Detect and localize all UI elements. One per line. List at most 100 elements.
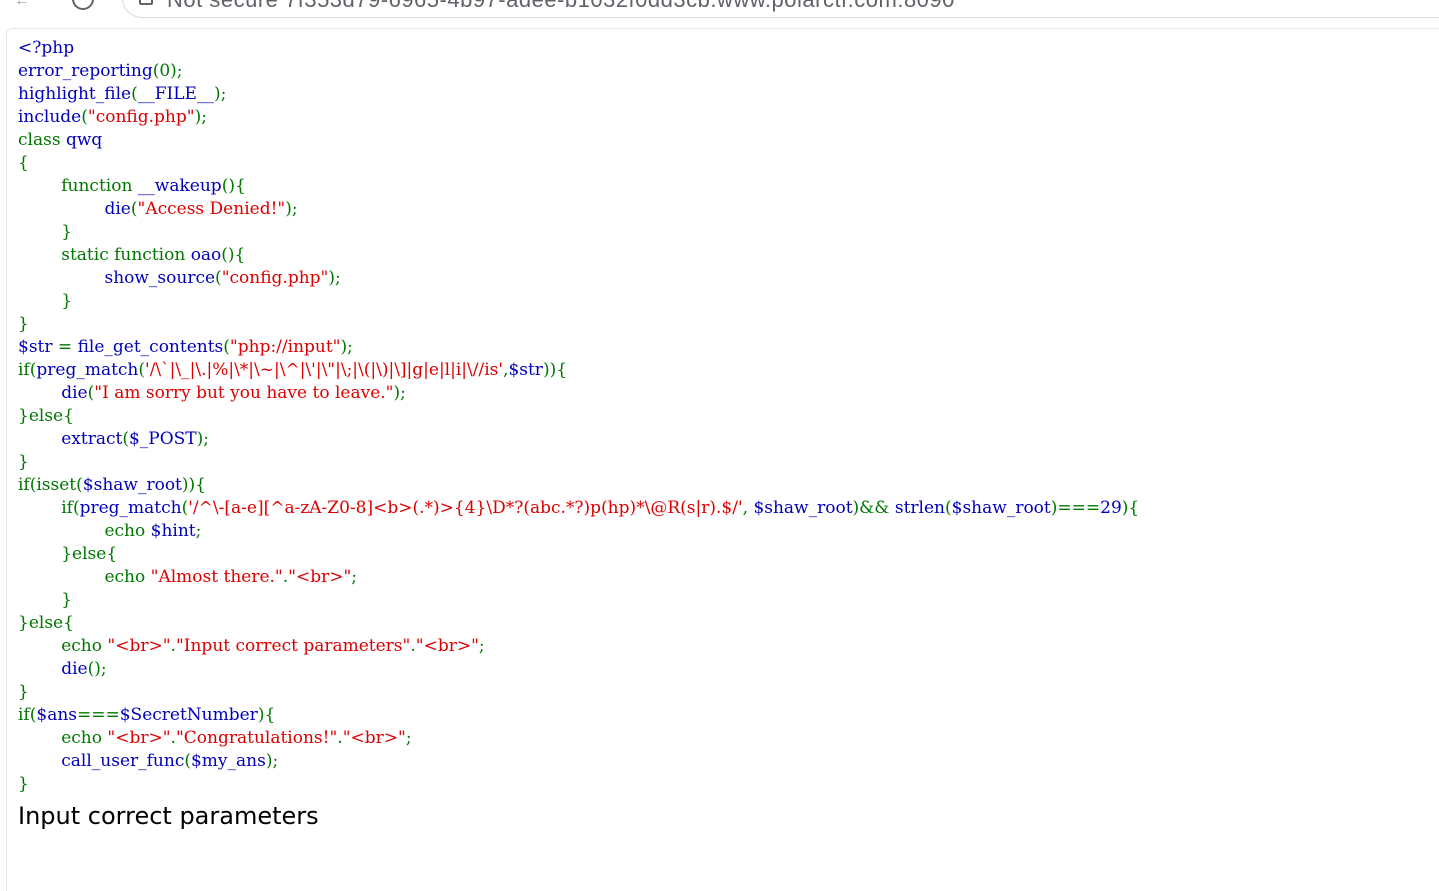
php-source-code: <?php error_reporting(0); highlight_file(_…: [18, 37, 1139, 796]
code-token: error_reporting: [18, 61, 153, 81]
code-token: "config.php": [221, 268, 329, 288]
code-token: file_get_contents: [77, 337, 224, 357]
code-line: highlight_file(__FILE__);: [18, 83, 1139, 106]
page-output-text: Input correct parameters: [18, 802, 319, 830]
code-token: __FILE__: [137, 84, 214, 104]
code-token: echo: [18, 521, 151, 541]
code-token: );: [340, 337, 353, 357]
code-token: die: [61, 659, 88, 679]
code-token: (: [945, 498, 952, 518]
code-token: preg_match: [36, 360, 139, 380]
code-token: );: [393, 383, 406, 403]
code-token: "Input correct parameters": [175, 636, 411, 656]
code-line: echo "<br>"."Input correct parameters"."…: [18, 635, 1139, 658]
code-token: echo: [18, 567, 151, 587]
code-token: "<br>": [415, 636, 479, 656]
code-token: (: [131, 84, 138, 104]
code-line: }else{: [18, 612, 1139, 635]
code-token: $SecretNumber: [119, 705, 258, 725]
code-token: =: [57, 337, 78, 357]
code-token: $str: [508, 360, 543, 380]
code-token: "Congratulations!": [175, 728, 338, 748]
code-token: );: [265, 751, 279, 771]
code-token: )){: [542, 360, 568, 380]
code-line: }: [18, 290, 1139, 313]
code-token: '/^\-[a-e][^a-zA-Z0-8]<b>(.*)>{4}\D*?(ab…: [188, 498, 743, 518]
code-line: die("I am sorry but you have to leave.")…: [18, 382, 1139, 405]
code-token: )&&: [852, 498, 895, 518]
code-token: );: [285, 199, 298, 219]
code-token: if(: [18, 360, 37, 380]
code-line: static function oao(){: [18, 244, 1139, 267]
code-token: 29: [1100, 498, 1122, 518]
code-token: class: [18, 130, 66, 150]
code-token: );: [328, 268, 341, 288]
code-token: $str: [18, 337, 58, 357]
code-token: }else{: [18, 613, 74, 633]
code-token: }else{: [18, 544, 118, 564]
code-line: call_user_func($my_ans);: [18, 750, 1139, 773]
code-token: '/\`|\_|\.|%|\*|\~|\^|\'|\"|\;|\(|\)|\]|…: [145, 360, 504, 380]
code-token: qwq: [65, 130, 103, 150]
code-token: ===: [77, 705, 120, 725]
code-line: }: [18, 589, 1139, 612]
address-url[interactable]: Not secure 7f353d79-6965-4b97-adee-b1032…: [167, 0, 955, 13]
code-line: }: [18, 221, 1139, 244]
code-token: ;: [195, 521, 202, 541]
code-token: oao: [190, 245, 222, 265]
back-arrow-icon[interactable]: ←: [14, 0, 30, 9]
code-token: (: [223, 337, 230, 357]
code-token: }: [18, 774, 29, 794]
code-token: "<br>": [107, 728, 171, 748]
code-token: }: [18, 314, 29, 334]
code-line: }else{: [18, 405, 1139, 428]
code-token: "<br>": [342, 728, 406, 748]
code-token: $_POST: [128, 429, 197, 449]
code-token: $hint: [150, 521, 196, 541]
code-token: die: [104, 199, 131, 219]
code-line: extract($_POST);: [18, 428, 1139, 451]
code-token: (: [130, 199, 138, 219]
code-token: "I am sorry but you have to leave.": [94, 383, 394, 403]
code-token: }: [18, 222, 73, 242]
code-token: call_user_func: [61, 751, 185, 771]
code-token: function: [18, 176, 138, 196]
code-token: highlight_file: [18, 84, 132, 104]
code-line: }: [18, 681, 1139, 704]
code-line: class qwq: [18, 129, 1139, 152]
code-token: show_source: [104, 268, 216, 288]
code-token: );: [196, 429, 210, 449]
code-line: die("Access Denied!");: [18, 198, 1139, 221]
code-line: die();: [18, 658, 1139, 681]
code-token: )){: [181, 475, 206, 495]
address-bar[interactable]: Not secure 7f353d79-6965-4b97-adee-b1032…: [122, 0, 1439, 18]
code-token: include: [18, 107, 82, 127]
code-token: ;: [351, 567, 358, 587]
code-line: {: [18, 152, 1139, 175]
code-line: }else{: [18, 543, 1139, 566]
code-token: ){: [257, 705, 276, 725]
code-line: echo $hint;: [18, 520, 1139, 543]
code-token: strlen: [894, 498, 945, 518]
not-secure-icon[interactable]: [139, 0, 153, 5]
code-token: "Almost there.": [150, 567, 283, 587]
code-token: ){: [1121, 498, 1140, 518]
code-token: "<br>": [107, 636, 171, 656]
code-token: );: [213, 84, 227, 104]
code-token: }else{: [18, 406, 74, 426]
code-token: (){: [221, 245, 246, 265]
code-line: if(isset($shaw_root)){: [18, 474, 1139, 497]
code-token: if(: [18, 705, 37, 725]
code-token: $shaw_root: [82, 475, 182, 495]
code-line: }: [18, 313, 1139, 336]
code-token: echo: [18, 728, 108, 748]
code-token: (: [81, 107, 88, 127]
code-token: (: [215, 268, 222, 288]
code-line: show_source("config.php");: [18, 267, 1139, 290]
reload-icon[interactable]: [72, 0, 94, 10]
code-token: "<br>": [288, 567, 352, 587]
code-token: ;: [405, 728, 412, 748]
